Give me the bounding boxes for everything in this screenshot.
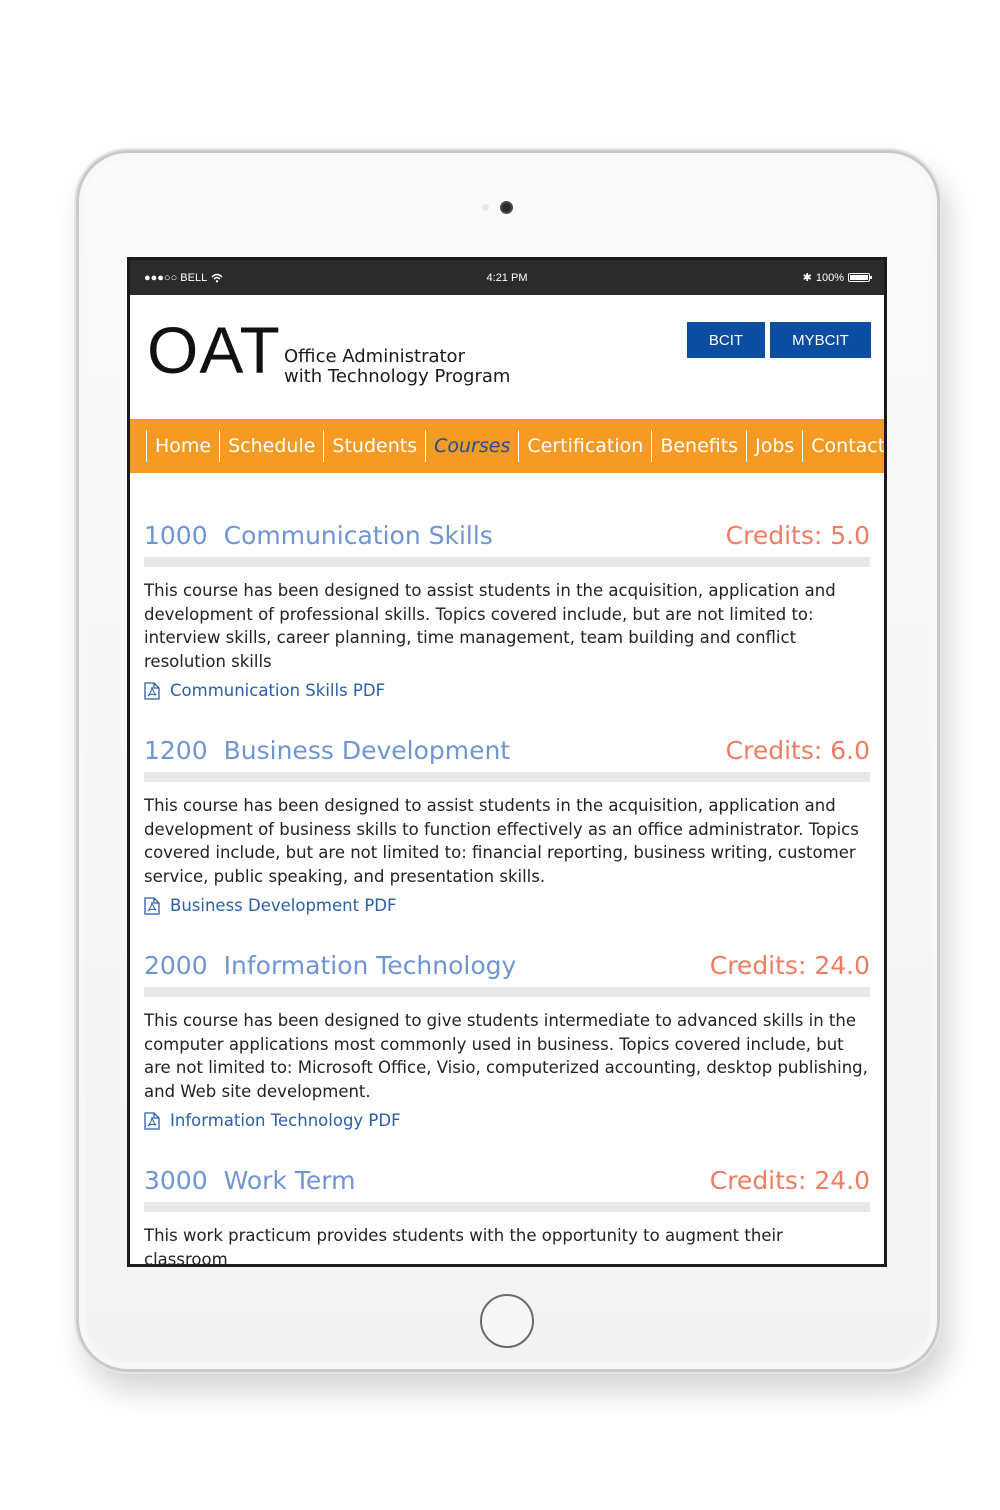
course-name: Communication Skills bbox=[223, 521, 493, 550]
subtitle-line-1: Office Administrator bbox=[284, 346, 465, 367]
course-header: 2000 Information Technology Credits: 24.0 bbox=[144, 951, 870, 987]
wifi-icon bbox=[211, 273, 223, 282]
pdf-icon bbox=[144, 896, 160, 915]
oat-logo[interactable]: OAT bbox=[147, 317, 281, 383]
course-item: 2000 Information Technology Credits: 24.0… bbox=[144, 951, 870, 1130]
course-pdf-link[interactable]: Communication Skills PDF bbox=[144, 681, 870, 700]
battery-percent: 100% bbox=[815, 271, 844, 284]
battery-icon bbox=[848, 273, 872, 282]
course-divider bbox=[144, 772, 870, 782]
course-header: 1000 Communication Skills Credits: 5.0 bbox=[144, 521, 870, 557]
home-button[interactable] bbox=[480, 1294, 534, 1348]
nav-jobs[interactable]: Jobs bbox=[746, 430, 802, 462]
course-title: 3000 Work Term bbox=[144, 1166, 355, 1195]
course-pdf-link[interactable]: Business Development PDF bbox=[144, 896, 870, 915]
mybcit-button[interactable]: MYBCIT bbox=[770, 322, 871, 358]
course-number: 1000 bbox=[144, 521, 208, 550]
pdf-icon bbox=[144, 681, 160, 700]
course-name: Work Term bbox=[223, 1166, 356, 1195]
course-credits: Credits: 6.0 bbox=[725, 736, 870, 765]
course-item: 3000 Work Term Credits: 24.0 This work pr… bbox=[144, 1166, 870, 1267]
course-pdf-link[interactable]: Information Technology PDF bbox=[144, 1111, 870, 1130]
course-divider bbox=[144, 557, 870, 567]
ambient-sensor bbox=[482, 204, 489, 211]
course-divider bbox=[144, 1202, 870, 1212]
nav-students[interactable]: Students bbox=[323, 430, 425, 462]
course-name: Business Development bbox=[223, 736, 511, 765]
pdf-icon bbox=[144, 1111, 160, 1130]
course-credits: Credits: 24.0 bbox=[709, 1166, 870, 1195]
course-number: 3000 bbox=[144, 1166, 208, 1195]
course-credits: Credits: 5.0 bbox=[725, 521, 870, 550]
program-subtitle: Office Administrator with Technology Pro… bbox=[284, 347, 510, 387]
status-time: 4:21 PM bbox=[486, 271, 528, 284]
course-header: 3000 Work Term Credits: 24.0 bbox=[144, 1166, 870, 1202]
status-left: ●●●○○ BELL bbox=[144, 272, 223, 284]
course-divider bbox=[144, 987, 870, 997]
nav-home[interactable]: Home bbox=[146, 430, 219, 462]
subtitle-line-2: with Technology Program bbox=[284, 366, 511, 387]
status-right: ✱ 100% bbox=[802, 271, 872, 284]
site-header: OAT Office Administrator with Technology… bbox=[130, 295, 884, 419]
carrier-label: ●●●○○ BELL bbox=[144, 271, 208, 284]
course-description: This course has been designed to assist … bbox=[144, 581, 836, 671]
course-header: 1200 Business Development Credits: 6.0 bbox=[144, 736, 870, 772]
nav-contact[interactable]: Contact bbox=[802, 430, 884, 462]
front-camera bbox=[500, 201, 513, 214]
course-list: 1000 Communication Skills Credits: 5.0 Th… bbox=[130, 473, 884, 1267]
course-item: 1200 Business Development Credits: 6.0 Th… bbox=[144, 736, 870, 915]
course-description: This course has been designed to assist … bbox=[144, 796, 859, 886]
bcit-button[interactable]: BCIT bbox=[687, 322, 765, 358]
status-bar: ●●●○○ BELL 4:21 PM ✱ 100% bbox=[130, 260, 884, 295]
course-description: This work practicum provides students wi… bbox=[144, 1226, 783, 1267]
course-name: Information Technology bbox=[223, 951, 517, 980]
course-description: This course has been designed to give st… bbox=[144, 1011, 868, 1101]
nav-benefits[interactable]: Benefits bbox=[651, 430, 746, 462]
course-title: 1000 Communication Skills bbox=[144, 521, 493, 550]
bluetooth-icon: ✱ bbox=[802, 272, 812, 284]
pdf-link-label[interactable]: Information Technology PDF bbox=[170, 1111, 401, 1130]
course-number: 2000 bbox=[144, 951, 208, 980]
course-credits: Credits: 24.0 bbox=[709, 951, 870, 980]
main-nav: Home Schedule Students Courses Certifica… bbox=[130, 419, 884, 473]
nav-schedule[interactable]: Schedule bbox=[219, 430, 323, 462]
course-number: 1200 bbox=[144, 736, 208, 765]
course-title: 2000 Information Technology bbox=[144, 951, 516, 980]
course-title: 1200 Business Development bbox=[144, 736, 510, 765]
pdf-link-label[interactable]: Business Development PDF bbox=[170, 896, 396, 915]
pdf-link-label[interactable]: Communication Skills PDF bbox=[170, 681, 385, 700]
nav-courses[interactable]: Courses bbox=[425, 430, 518, 462]
device-screen: ●●●○○ BELL 4:21 PM ✱ 100% OAT Office Adm… bbox=[127, 257, 887, 1267]
course-item: 1000 Communication Skills Credits: 5.0 Th… bbox=[144, 521, 870, 700]
nav-certification[interactable]: Certification bbox=[518, 430, 651, 462]
